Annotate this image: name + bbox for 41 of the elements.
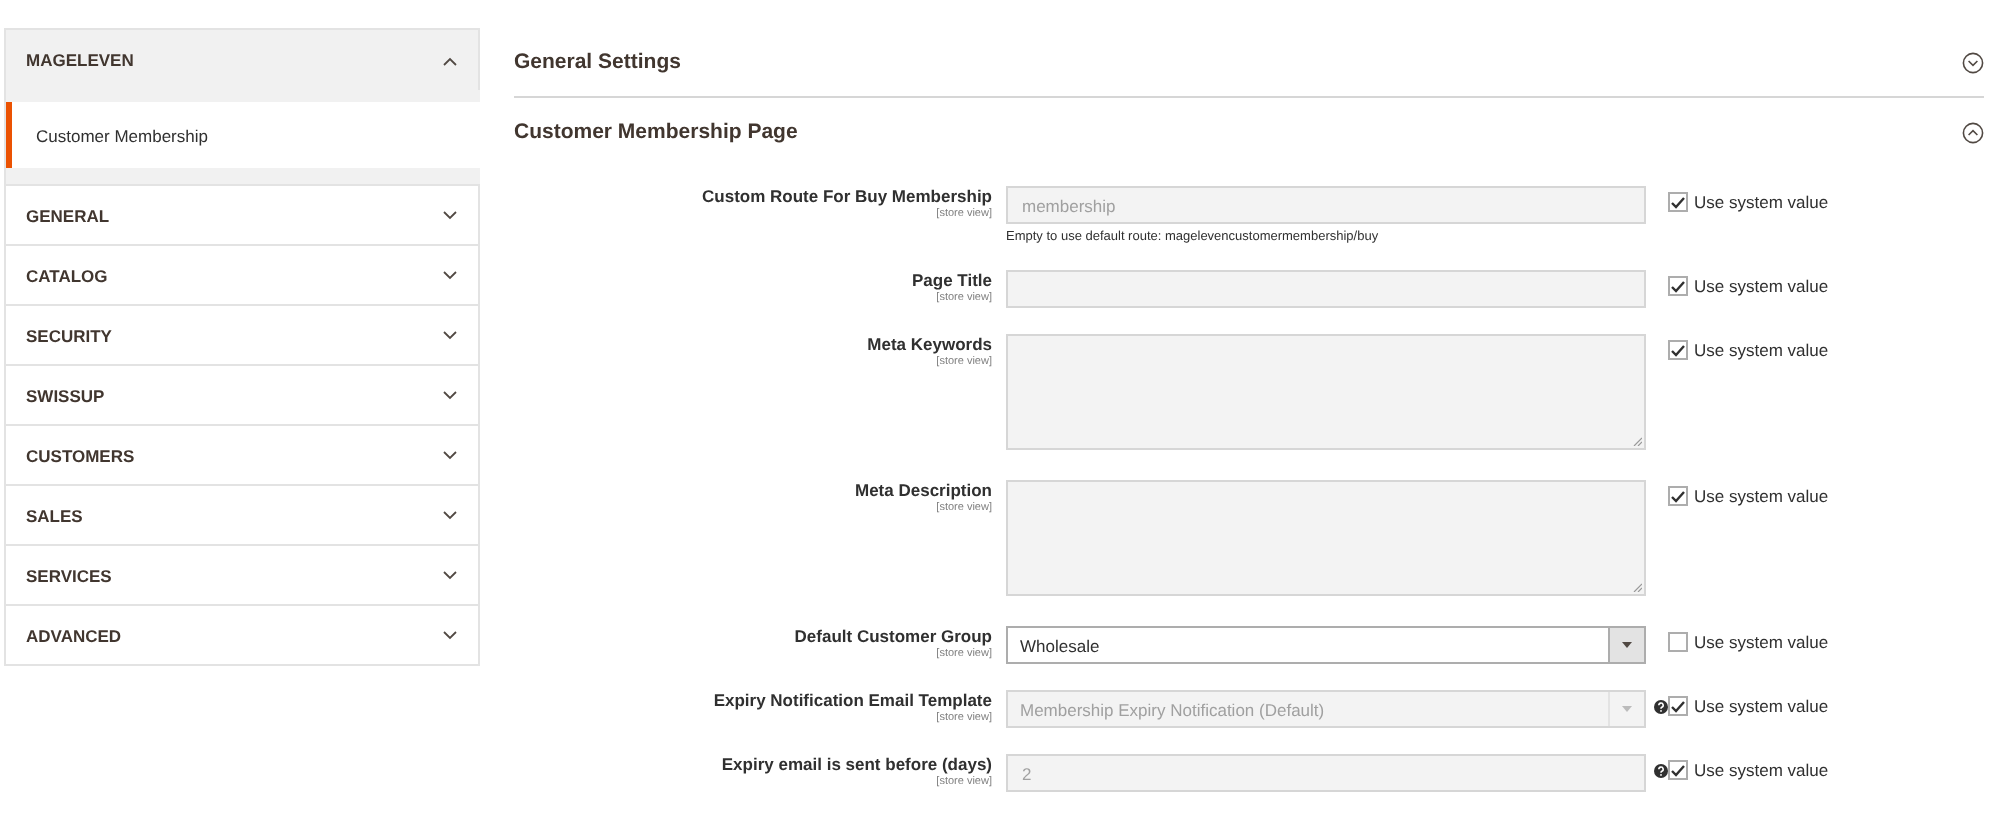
chevron-icon — [442, 630, 458, 640]
collapse-icon[interactable] — [1962, 121, 1984, 143]
field-label: Custom Route For Buy Membership — [702, 186, 992, 206]
nav-group[interactable]: MAGELEVEN — [4, 28, 480, 90]
field-label: Expiry email is sent before (days) — [721, 754, 992, 774]
caret-icon — [1622, 706, 1632, 712]
checkbox[interactable] — [1668, 632, 1688, 652]
nav-group[interactable]: ADVANCED — [4, 604, 480, 664]
caret-icon — [1622, 642, 1632, 648]
checkbox-label: Use system value — [1694, 760, 1829, 780]
checkbox-label: Use system value — [1694, 276, 1829, 296]
field-label: Expiry Notification Email Template — [713, 690, 992, 710]
checkbox-label: Use system value — [1694, 696, 1829, 716]
checkbox-label: Use system value — [1694, 340, 1829, 360]
nav-group[interactable]: CUSTOMERS — [4, 424, 480, 484]
chevron-icon — [442, 450, 458, 460]
section-header[interactable]: General Settings — [514, 28, 1984, 98]
field-label: Meta Keywords — [867, 334, 992, 354]
chevron-icon — [442, 510, 458, 520]
field-label: Default Customer Group — [794, 626, 992, 646]
nav-group[interactable]: SECURITY — [4, 304, 480, 364]
select-field[interactable]: Wholesale — [1006, 626, 1646, 664]
field-label: Page Title — [912, 270, 992, 290]
field-label: Meta Description — [855, 480, 992, 500]
chevron-icon — [442, 390, 458, 400]
chevron-icon — [442, 270, 458, 280]
nav-group[interactable]: SERVICES — [4, 544, 480, 604]
section-header[interactable]: Customer Membership Page — [514, 98, 1984, 166]
nav-item[interactable]: Customer Membership — [6, 102, 480, 168]
nav-group[interactable]: SALES — [4, 484, 480, 544]
chevron-icon — [442, 570, 458, 580]
chevron-icon — [442, 330, 458, 340]
chevron-icon — [442, 210, 458, 220]
checkbox-label: Use system value — [1694, 486, 1829, 506]
chevron-icon — [442, 55, 458, 65]
checkbox-label: Use system value — [1694, 192, 1829, 212]
nav-group[interactable]: SWISSUP — [4, 364, 480, 424]
nav-group[interactable]: CATALOG — [4, 244, 480, 304]
checkbox-label: Use system value — [1694, 632, 1829, 652]
expand-icon[interactable] — [1962, 51, 1984, 73]
nav-group[interactable]: GENERAL — [4, 184, 480, 244]
